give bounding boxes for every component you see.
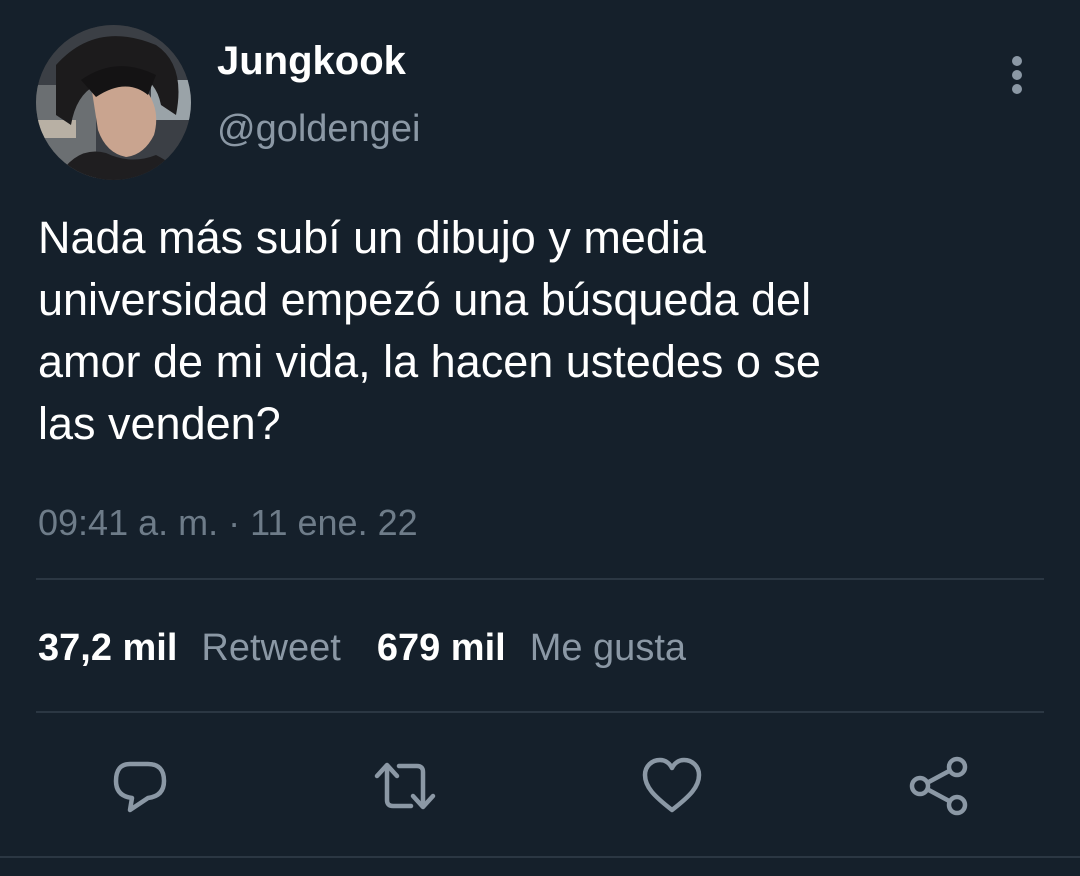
more-options-button[interactable] — [996, 52, 1038, 98]
divider-top — [36, 578, 1044, 580]
tweet-date: 11 ene. 22 — [250, 502, 418, 543]
like-icon — [642, 757, 702, 813]
tweet-text-line: las venden? — [38, 398, 281, 449]
retweets-label: Retweet — [201, 627, 341, 669]
meta-separator: · — [228, 502, 241, 543]
like-button[interactable] — [640, 754, 704, 818]
retweets-count: 37,2 mil — [38, 627, 178, 669]
retweets-link[interactable]: 37,2 mil Retweet — [38, 627, 341, 669]
tweet-text-line: Nada más subí un dibujo y media — [38, 212, 706, 263]
tweet-text: Nada más subí un dibujo y media universi… — [38, 207, 1038, 455]
tweet-text-line: amor de mi vida, la hacen ustedes o se — [38, 336, 821, 387]
avatar[interactable] — [36, 25, 191, 180]
divider-middle — [36, 711, 1044, 713]
likes-count: 679 mil — [376, 627, 506, 669]
reply-icon — [113, 761, 167, 813]
divider-bottom — [0, 856, 1080, 858]
retweet-button[interactable] — [373, 754, 437, 818]
avatar-image — [36, 25, 191, 180]
display-name[interactable]: Jungkook — [217, 38, 406, 84]
retweet-icon — [374, 762, 436, 810]
more-vertical-icon — [1012, 56, 1022, 94]
tweet-detail: Jungkook @goldengei Nada más subí un dib… — [0, 0, 1080, 876]
reply-button[interactable] — [108, 754, 172, 818]
user-handle[interactable]: @goldengei — [217, 107, 420, 151]
share-button[interactable] — [907, 754, 971, 818]
likes-link[interactable]: 679 mil Me gusta — [377, 627, 686, 669]
tweet-text-line: universidad empezó una búsqueda del — [38, 274, 812, 325]
likes-label: Me gusta — [529, 627, 687, 669]
tweet-time: 09:41 a. m. — [38, 502, 219, 543]
share-icon — [909, 756, 968, 816]
tweet-timestamp[interactable]: 09:41 a. m. · 11 ene. 22 — [38, 501, 418, 545]
tweet-stats: 37,2 mil Retweet 679 mil Me gusta — [38, 624, 686, 672]
